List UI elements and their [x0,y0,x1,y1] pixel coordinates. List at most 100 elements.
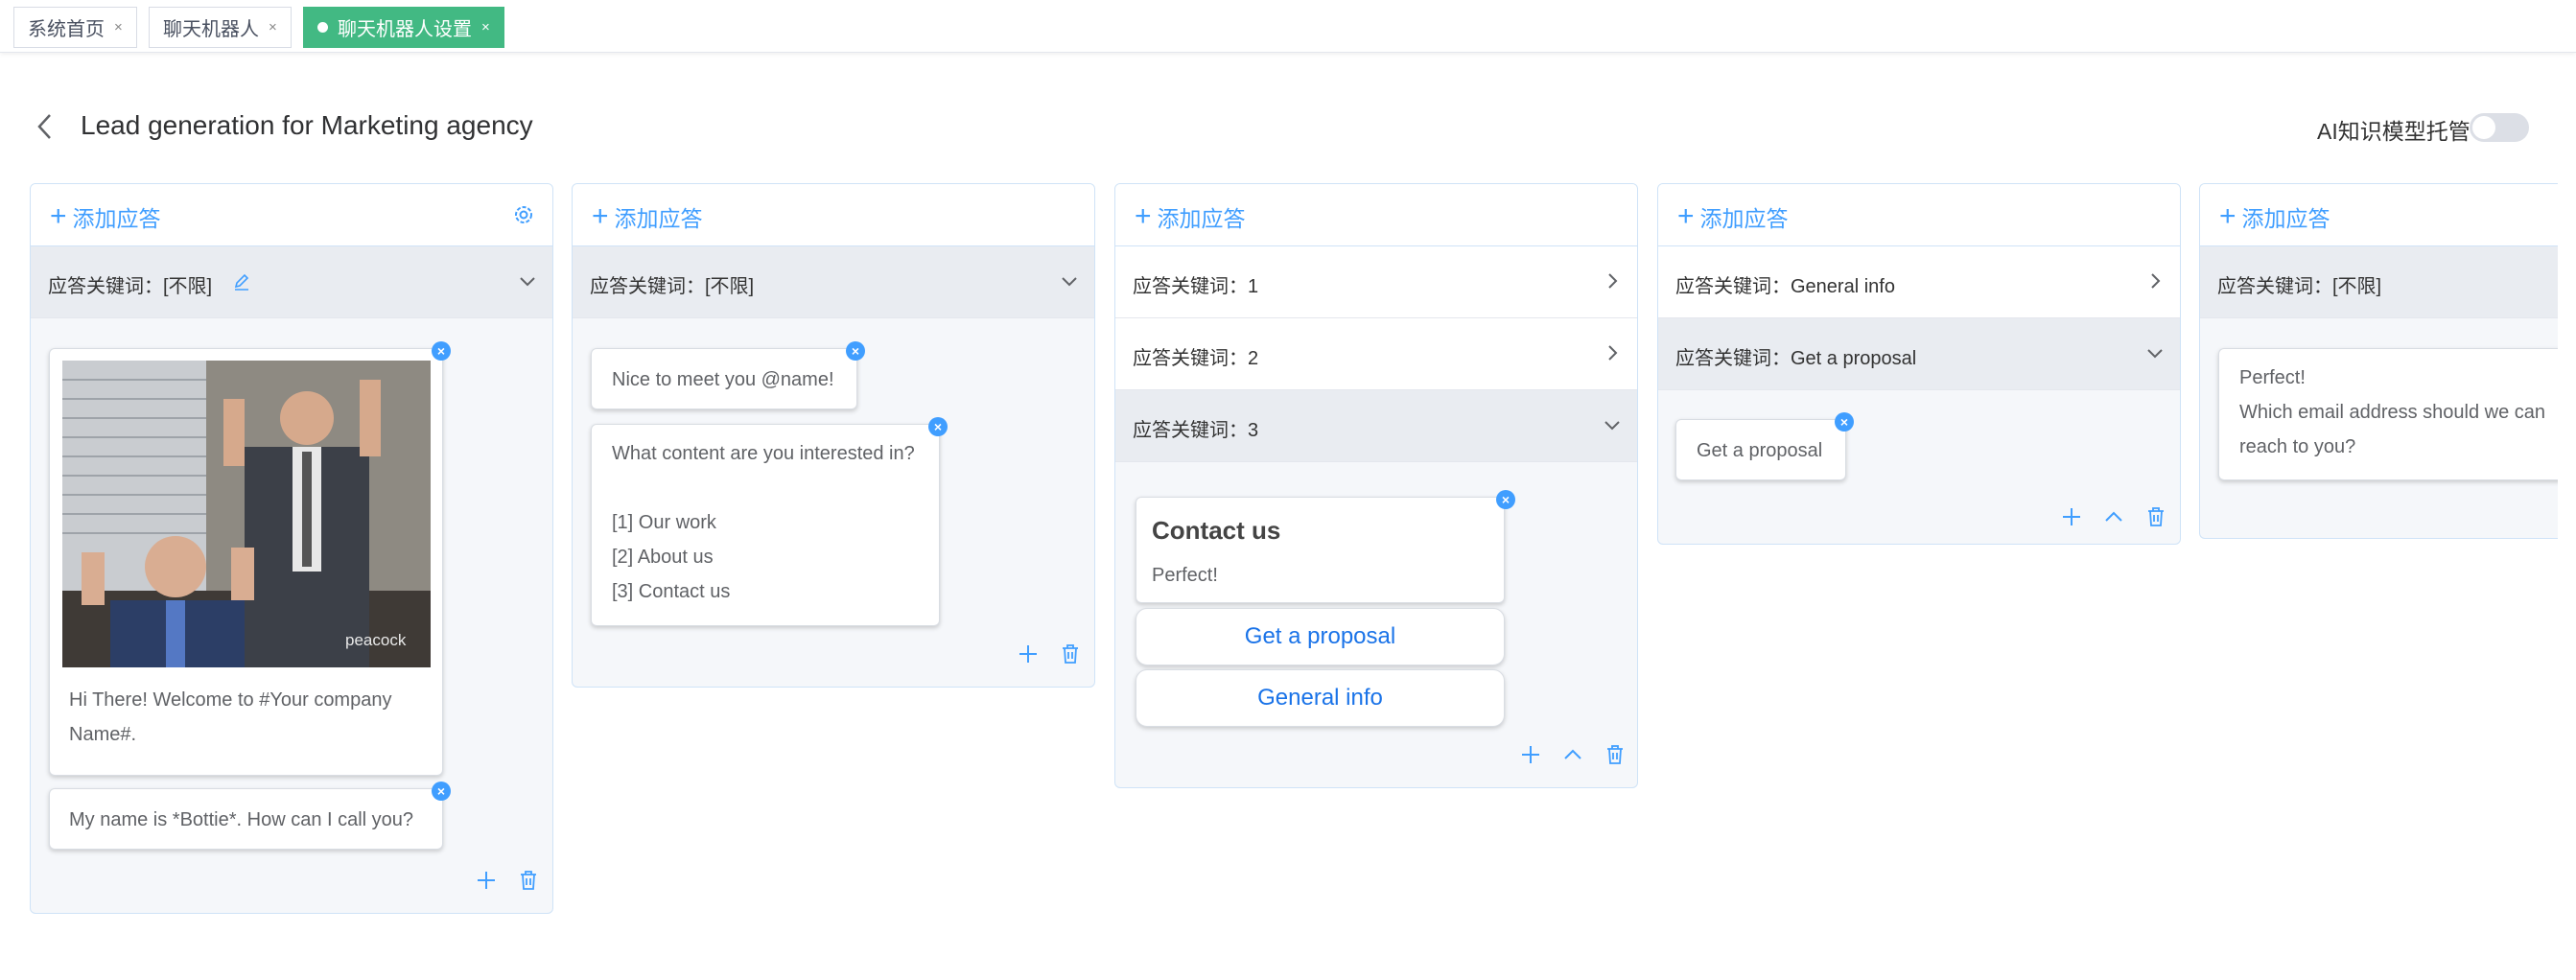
message-text: My name is *Bottie*. How can I call you? [69,809,414,830]
image-message-card[interactable]: peacock Hi There! Welcome to #Your compa… [49,348,443,776]
message-card[interactable]: Perfect! Which email address should we c… [2218,348,2558,480]
column-body: peacock Hi There! Welcome to #Your compa… [31,318,552,913]
keyword-label: 应答关键词：1 [1133,276,1259,297]
keyword-row[interactable]: 应答关键词：General info [1658,246,2180,318]
office-image [62,361,431,667]
response-column: + 添加应答 应答关键词：[不限] Perfect! Which email a… [2199,183,2558,539]
add-icon[interactable] [1520,744,1541,765]
keyword-label: 应答关键词：General info [1675,276,1895,297]
trash-icon[interactable] [1060,643,1081,665]
close-icon[interactable]: × [269,19,277,35]
chevron-right-icon[interactable] [1603,343,1622,362]
plus-icon: + [1135,200,1152,232]
gear-icon[interactable] [512,203,535,226]
tab-label: 系统首页 [28,19,105,40]
message-card[interactable]: Nice to meet you @name! [591,348,857,409]
keyword-row[interactable]: 应答关键词：1 [1115,246,1637,318]
chevron-down-icon[interactable] [1603,415,1622,434]
close-icon[interactable]: × [481,19,490,35]
column-actions [2061,506,2166,527]
plus-icon: + [50,200,67,232]
message-line: [3] Contact us [612,581,731,602]
ai-toggle-switch[interactable] [2470,113,2529,142]
tab-bar: 系统首页 × 聊天机器人 × 聊天机器人设置 × [0,0,2576,53]
add-icon[interactable] [2061,506,2082,527]
keyword-label: 应答关键词：3 [1133,420,1259,441]
close-icon[interactable]: × [114,19,123,35]
rich-message-card[interactable]: Contact us Perfect! [1136,497,1505,603]
add-response-button[interactable]: + 添加应答 [2219,200,2330,233]
ai-toggle-label: AI知识模型托管 [2317,119,2471,144]
keyword-row[interactable]: 应答关键词：Get a proposal [1658,318,2180,390]
message-line: [2] About us [612,547,714,568]
keyword-label: 应答关键词：[不限] [2217,276,2382,297]
response-column: + 添加应答 应答关键词：1 应答关键词：2 应答关键词：3 Contact u… [1114,183,1638,788]
chevron-down-icon[interactable] [518,271,537,291]
keyword-label: 应答关键词：2 [1133,348,1259,369]
back-arrow-icon[interactable] [35,112,56,141]
remove-card-icon[interactable]: × [846,341,865,361]
response-column: + 添加应答 应答关键词：[不限] peacock Hi There! Welc… [30,183,553,914]
message-line: Which email address should we can [2239,402,2546,423]
remove-card-icon[interactable]: × [1835,412,1854,432]
column-actions [1018,643,1081,665]
chevron-right-icon[interactable] [2145,271,2165,291]
keyword-row[interactable]: 应答关键词：[不限] [31,246,552,318]
card-title: Contact us [1152,516,1281,545]
column-actions [476,870,539,891]
column-header: + 添加应答 [1658,184,2180,246]
message-line: [1] Our work [612,512,716,533]
keyword-row[interactable]: 应答关键词：2 [1115,318,1637,390]
tab-home[interactable]: 系统首页 × [13,7,137,48]
response-column: + 添加应答 应答关键词：[不限] Nice to meet you @name… [572,183,1095,688]
keyword-row[interactable]: 应答关键词：3 [1115,390,1637,462]
add-response-label: 添加应答 [2241,206,2330,231]
message-card[interactable]: My name is *Bottie*. How can I call you? [49,788,443,850]
trash-icon[interactable] [518,870,539,891]
trash-icon[interactable] [2145,506,2166,527]
plus-icon: + [592,200,609,232]
add-response-button[interactable]: + 添加应答 [592,200,703,233]
message-card[interactable]: Get a proposal [1675,419,1846,480]
add-response-button[interactable]: + 添加应答 [1677,200,1789,233]
page-title: Lead generation for Marketing agency [81,110,533,140]
add-icon[interactable] [1018,643,1039,665]
tab-label: 聊天机器人设置 [338,19,472,40]
chevron-down-icon[interactable] [1060,271,1079,291]
remove-card-icon[interactable]: × [432,782,451,801]
message-line [612,471,915,505]
column-header: + 添加应答 [1115,184,1637,246]
chevron-right-icon[interactable] [1603,271,1622,291]
tab-label: 聊天机器人 [163,19,259,40]
message-text: Perfect! [1152,565,1218,586]
remove-card-icon[interactable]: × [1496,490,1515,509]
active-dot-icon [317,22,328,33]
message-card[interactable]: What content are you interested in? [1] … [591,424,940,626]
chevron-down-icon[interactable] [2145,343,2165,362]
column-body: Get a proposal × [1658,390,2180,544]
add-response-label: 添加应答 [72,206,161,231]
keyword-row[interactable]: 应答关键词：[不限] [573,246,1094,318]
reply-button-general-info[interactable]: General info [1136,669,1505,727]
column-header: + 添加应答 [573,184,1094,246]
add-response-button[interactable]: + 添加应答 [1135,200,1246,233]
add-response-button[interactable]: + 添加应答 [50,200,161,233]
edit-icon[interactable] [232,272,251,292]
remove-card-icon[interactable]: × [432,341,451,361]
chevron-up-icon[interactable] [2103,506,2124,527]
message-line: reach to you? [2239,436,2356,457]
add-icon[interactable] [476,870,497,891]
tab-chatbot-settings[interactable]: 聊天机器人设置 × [303,7,504,48]
column-body: Contact us Perfect! × Get a proposal Gen… [1115,462,1637,787]
message-text: Hi There! Welcome to #Your company Name#… [69,689,392,745]
plus-icon: + [1677,200,1695,232]
column-header: + 添加应答 [2200,184,2558,246]
response-column: + 添加应答 应答关键词：General info 应答关键词：Get a pr… [1657,183,2181,545]
trash-icon[interactable] [1604,744,1626,765]
tab-chatbot[interactable]: 聊天机器人 × [149,7,292,48]
keyword-row[interactable]: 应答关键词：[不限] [2200,246,2558,318]
reply-button-get-proposal[interactable]: Get a proposal [1136,608,1505,665]
remove-card-icon[interactable]: × [928,417,948,436]
image-watermark: peacock [345,631,407,649]
chevron-up-icon[interactable] [1562,744,1583,765]
